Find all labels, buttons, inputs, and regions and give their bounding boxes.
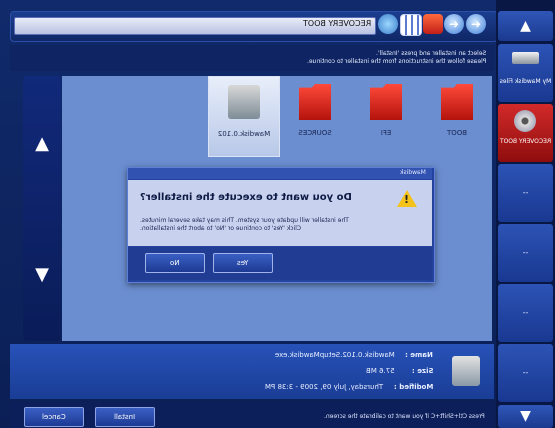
scroll-down-button[interactable]: ▼: [23, 250, 61, 300]
file-item-sources[interactable]: SOURCES: [280, 76, 350, 155]
scroll-up-button[interactable]: ▲: [23, 119, 61, 169]
sidebar-item-my-files[interactable]: My Mawdisk Files: [498, 44, 553, 102]
drive-icon: [512, 52, 539, 64]
folder-icon: [299, 84, 331, 120]
sidebar-item-label: --: [522, 188, 529, 197]
sidebar-item-label: --: [522, 248, 529, 257]
folder-icon: [370, 84, 402, 120]
dialog-titlebar: Mawdisk: [128, 168, 432, 179]
scroll-column: [23, 76, 61, 341]
cancel-button[interactable]: Cancel: [24, 407, 84, 427]
calibrate-hint: Press Ctl+Shift+C if you want to calibra…: [324, 413, 485, 420]
file-label: SOURCES: [298, 129, 332, 137]
name-key: Name :: [405, 351, 433, 359]
dialog-heading: Do you want to execute the installer?: [140, 192, 352, 203]
instruction-line-1: Select an installer and press 'Install'.: [375, 50, 486, 57]
file-item-efi[interactable]: EFI: [351, 76, 421, 155]
path-field[interactable]: RECOVERY BOOT: [14, 17, 376, 35]
yes-button[interactable]: Yes: [213, 253, 273, 273]
dialog-message: The installer will update your system. T…: [140, 217, 390, 233]
forward-icon[interactable]: ➜: [444, 14, 464, 34]
yes-label: Yes: [237, 259, 249, 267]
install-label: Install: [114, 413, 136, 421]
instruction-line-2: Please follow the instructions from the …: [306, 58, 486, 65]
sidebar-item-label: RECOVERY BOOT: [499, 138, 552, 145]
sidebar-item-recovery-boot[interactable]: RECOVERY BOOT: [498, 104, 553, 162]
dialog-message-line-1: The installer will update your system. T…: [140, 217, 349, 224]
size-value: 57.6 MB: [366, 367, 395, 375]
file-label: EFI: [380, 129, 392, 137]
sidebar-item-empty[interactable]: --: [498, 224, 553, 282]
sidebar-item-label: My Mawdisk Files: [499, 78, 552, 85]
modified-key: Modified :: [393, 383, 433, 391]
sidebar-item-empty[interactable]: --: [498, 284, 553, 342]
sidebar-item-label: --: [522, 368, 529, 377]
refresh-icon[interactable]: [378, 14, 398, 34]
name-value: Mawdisk.0.102.SetupMawdisk.exe: [275, 351, 395, 359]
install-button[interactable]: Install: [95, 407, 155, 427]
dialog-title: Mawdisk: [400, 169, 426, 176]
file-item-boot[interactable]: BOOT: [422, 76, 492, 155]
size-key: Size :: [411, 367, 434, 375]
cancel-label: Cancel: [42, 413, 66, 421]
no-button[interactable]: No: [145, 253, 205, 273]
installer-icon: [452, 356, 480, 386]
sidebar-down-button[interactable]: ▼: [498, 405, 553, 428]
back-icon[interactable]: ➜: [466, 14, 486, 34]
cd-icon: [514, 110, 536, 132]
sidebar-item-empty[interactable]: --: [498, 344, 553, 402]
sidebar-up-button[interactable]: ▲: [498, 11, 553, 41]
installer-icon: [228, 85, 260, 119]
instructions-strip: Select an installer and press 'Install'.…: [10, 45, 494, 71]
file-label: Mawdisk.0.102: [217, 130, 271, 138]
file-item-installer[interactable]: Mawdisk.0.102: [208, 76, 280, 157]
grid-view-icon[interactable]: [400, 14, 422, 36]
sidebar-item-label: --: [522, 308, 529, 317]
dialog-body: [128, 180, 432, 246]
path-text: RECOVERY BOOT: [302, 19, 371, 28]
sidebar-item-empty[interactable]: --: [498, 164, 553, 222]
file-label: BOOT: [447, 129, 467, 137]
close-icon[interactable]: [423, 14, 443, 34]
warning-icon: [397, 190, 417, 207]
folder-icon: [441, 84, 473, 120]
dialog-message-line-2: Click 'Yes' to continue or 'No' to abort…: [140, 225, 302, 232]
modified-value: Thursday, July 09, 2009 - 3:38 PM: [264, 383, 383, 391]
no-label: No: [170, 259, 180, 267]
